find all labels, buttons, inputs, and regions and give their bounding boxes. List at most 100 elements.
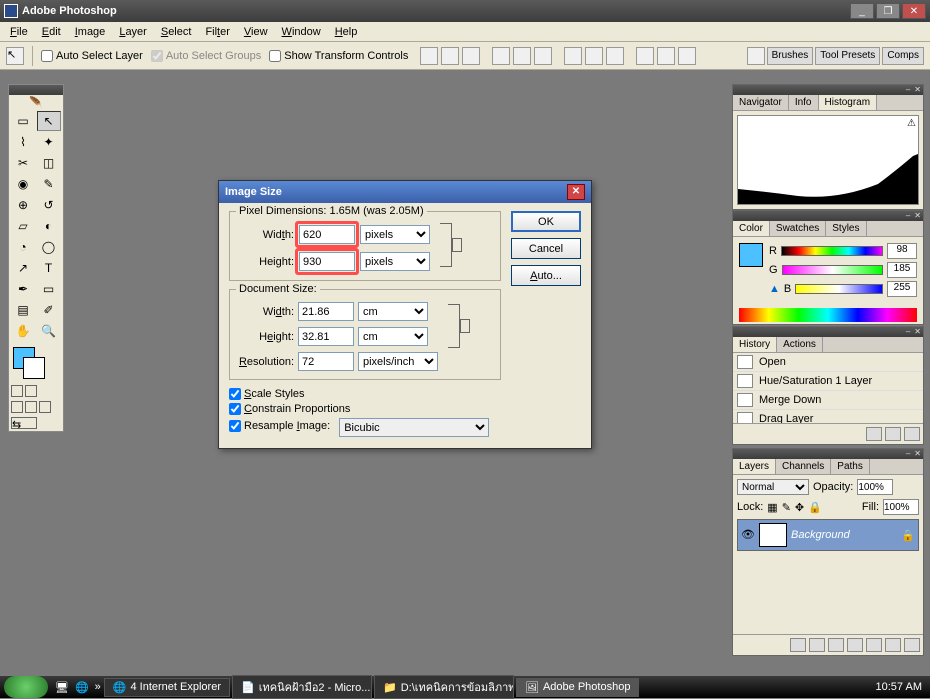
mode-icon[interactable]: [25, 385, 37, 397]
lock-move-icon[interactable]: ✥: [795, 501, 804, 514]
distribute-icon[interactable]: [606, 47, 624, 65]
blur-tool[interactable]: ◔: [11, 237, 35, 257]
distribute-icon[interactable]: [585, 47, 603, 65]
tab-histogram[interactable]: Histogram: [819, 95, 878, 110]
gradient-tool[interactable]: ◐: [37, 216, 61, 236]
pen-tool[interactable]: ✒: [11, 279, 35, 299]
tab-styles[interactable]: Styles: [826, 221, 866, 236]
trash-icon[interactable]: [904, 427, 920, 441]
zoom-tool[interactable]: 🔍: [37, 321, 61, 341]
brush-tool[interactable]: ✎: [37, 174, 61, 194]
new-layer-icon[interactable]: [885, 638, 901, 652]
history-brush-tool[interactable]: ↺: [37, 195, 61, 215]
type-tool[interactable]: T: [37, 258, 61, 278]
screen-mode-icon[interactable]: [11, 401, 23, 413]
history-item[interactable]: Open: [733, 353, 923, 372]
history-item[interactable]: Drag Layer: [733, 410, 923, 423]
mode-icon[interactable]: [11, 385, 23, 397]
palette-comps[interactable]: Comps: [882, 47, 924, 65]
trash-icon[interactable]: [904, 638, 920, 652]
menu-select[interactable]: Select: [155, 24, 198, 40]
doc-width-unit[interactable]: cm: [358, 302, 428, 321]
stamp-tool[interactable]: ⊕: [11, 195, 35, 215]
crop-tool[interactable]: ✂: [11, 153, 35, 173]
lock-transparent-icon[interactable]: ▦: [767, 501, 777, 514]
b-value[interactable]: 255: [887, 281, 917, 297]
eraser-tool[interactable]: ▱: [11, 216, 35, 236]
auto-select-groups-check[interactable]: Auto Select Groups: [151, 50, 261, 62]
move-tool[interactable]: ↖: [37, 111, 61, 131]
align-icon[interactable]: [513, 47, 531, 65]
menu-filter[interactable]: Filter: [199, 24, 235, 40]
distribute-icon[interactable]: [657, 47, 675, 65]
pixel-width-unit[interactable]: pixels: [360, 225, 430, 244]
resolution-input[interactable]: [298, 352, 354, 371]
r-slider[interactable]: [781, 246, 883, 256]
menu-view[interactable]: View: [238, 24, 274, 40]
lock-paint-icon[interactable]: ✎: [782, 501, 791, 514]
taskbar-item[interactable]: 🖼Adobe Photoshop: [516, 678, 639, 697]
hand-tool[interactable]: ✋: [11, 321, 35, 341]
palette-toolpresets[interactable]: Tool Presets: [815, 47, 880, 65]
doc-height-input[interactable]: [298, 327, 354, 346]
palette-brushes[interactable]: Brushes: [767, 47, 814, 65]
dialog-close-button[interactable]: ✕: [567, 184, 585, 200]
screen-mode-icon[interactable]: [39, 401, 51, 413]
doc-height-unit[interactable]: cm: [358, 327, 428, 346]
marquee-tool[interactable]: ▭: [11, 111, 35, 131]
tab-layers[interactable]: Layers: [733, 459, 776, 474]
heal-tool[interactable]: ◉: [11, 174, 35, 194]
align-icon[interactable]: [492, 47, 510, 65]
pixel-height-unit[interactable]: pixels: [360, 252, 430, 271]
distribute-icon[interactable]: [678, 47, 696, 65]
tab-actions[interactable]: Actions: [777, 337, 823, 352]
menu-image[interactable]: Image: [69, 24, 112, 40]
tab-paths[interactable]: Paths: [831, 459, 870, 474]
panel-minimize-icon[interactable]: –: [906, 85, 910, 95]
slice-tool[interactable]: ◫: [37, 153, 61, 173]
b-slider[interactable]: [795, 284, 883, 294]
align-icon[interactable]: [420, 47, 438, 65]
blend-mode-select[interactable]: Normal: [737, 479, 809, 495]
lock-all-icon[interactable]: 🔒: [808, 501, 822, 514]
close-button[interactable]: ✕: [902, 3, 926, 19]
dialog-titlebar[interactable]: Image Size ✕: [219, 181, 591, 203]
color-swatches[interactable]: [9, 343, 63, 383]
taskbar-item[interactable]: 🌐4 Internet Explorer: [104, 678, 230, 697]
quicklaunch-icon[interactable]: 🌐: [75, 681, 89, 694]
pixel-width-input[interactable]: [299, 225, 355, 244]
distribute-icon[interactable]: [636, 47, 654, 65]
fill-input[interactable]: [883, 499, 919, 515]
r-value[interactable]: 98: [887, 243, 917, 259]
resample-method-select[interactable]: Bicubic: [339, 418, 489, 437]
warning-icon[interactable]: ⚠: [907, 118, 916, 129]
menu-window[interactable]: Window: [276, 24, 327, 40]
menu-layer[interactable]: Layer: [113, 24, 153, 40]
auto-select-layer-check[interactable]: Auto Select Layer: [41, 50, 143, 62]
panel-close-icon[interactable]: ✕: [914, 327, 921, 337]
wand-tool[interactable]: ✦: [37, 132, 61, 152]
background-color[interactable]: [23, 357, 45, 379]
g-slider[interactable]: [782, 265, 883, 275]
system-tray[interactable]: 10:57 AM: [868, 681, 930, 693]
align-icon[interactable]: [534, 47, 552, 65]
scale-styles-check[interactable]: Scale Styles: [229, 388, 501, 400]
quicklaunch-icon[interactable]: »: [95, 681, 101, 693]
history-item[interactable]: Hue/Saturation 1 Layer: [733, 372, 923, 391]
panel-minimize-icon[interactable]: –: [906, 327, 910, 337]
quicklaunch-icon[interactable]: 🖥: [55, 681, 69, 694]
cancel-button[interactable]: Cancel: [511, 238, 581, 259]
color-preview[interactable]: [739, 243, 763, 267]
tab-color[interactable]: Color: [733, 221, 770, 236]
lasso-tool[interactable]: ⌇: [11, 132, 35, 152]
panel-close-icon[interactable]: ✕: [914, 449, 921, 459]
distribute-icon[interactable]: [564, 47, 582, 65]
jump-icon[interactable]: ⇆: [11, 417, 37, 429]
tab-channels[interactable]: Channels: [776, 459, 831, 474]
menu-help[interactable]: Help: [329, 24, 364, 40]
new-snapshot-icon[interactable]: [866, 427, 882, 441]
dodge-tool[interactable]: ◯: [37, 237, 61, 257]
layer-row[interactable]: 👁 Background 🔒: [737, 519, 919, 551]
move-tool-icon[interactable]: ↖: [6, 47, 24, 65]
pixel-height-input[interactable]: [299, 252, 355, 271]
